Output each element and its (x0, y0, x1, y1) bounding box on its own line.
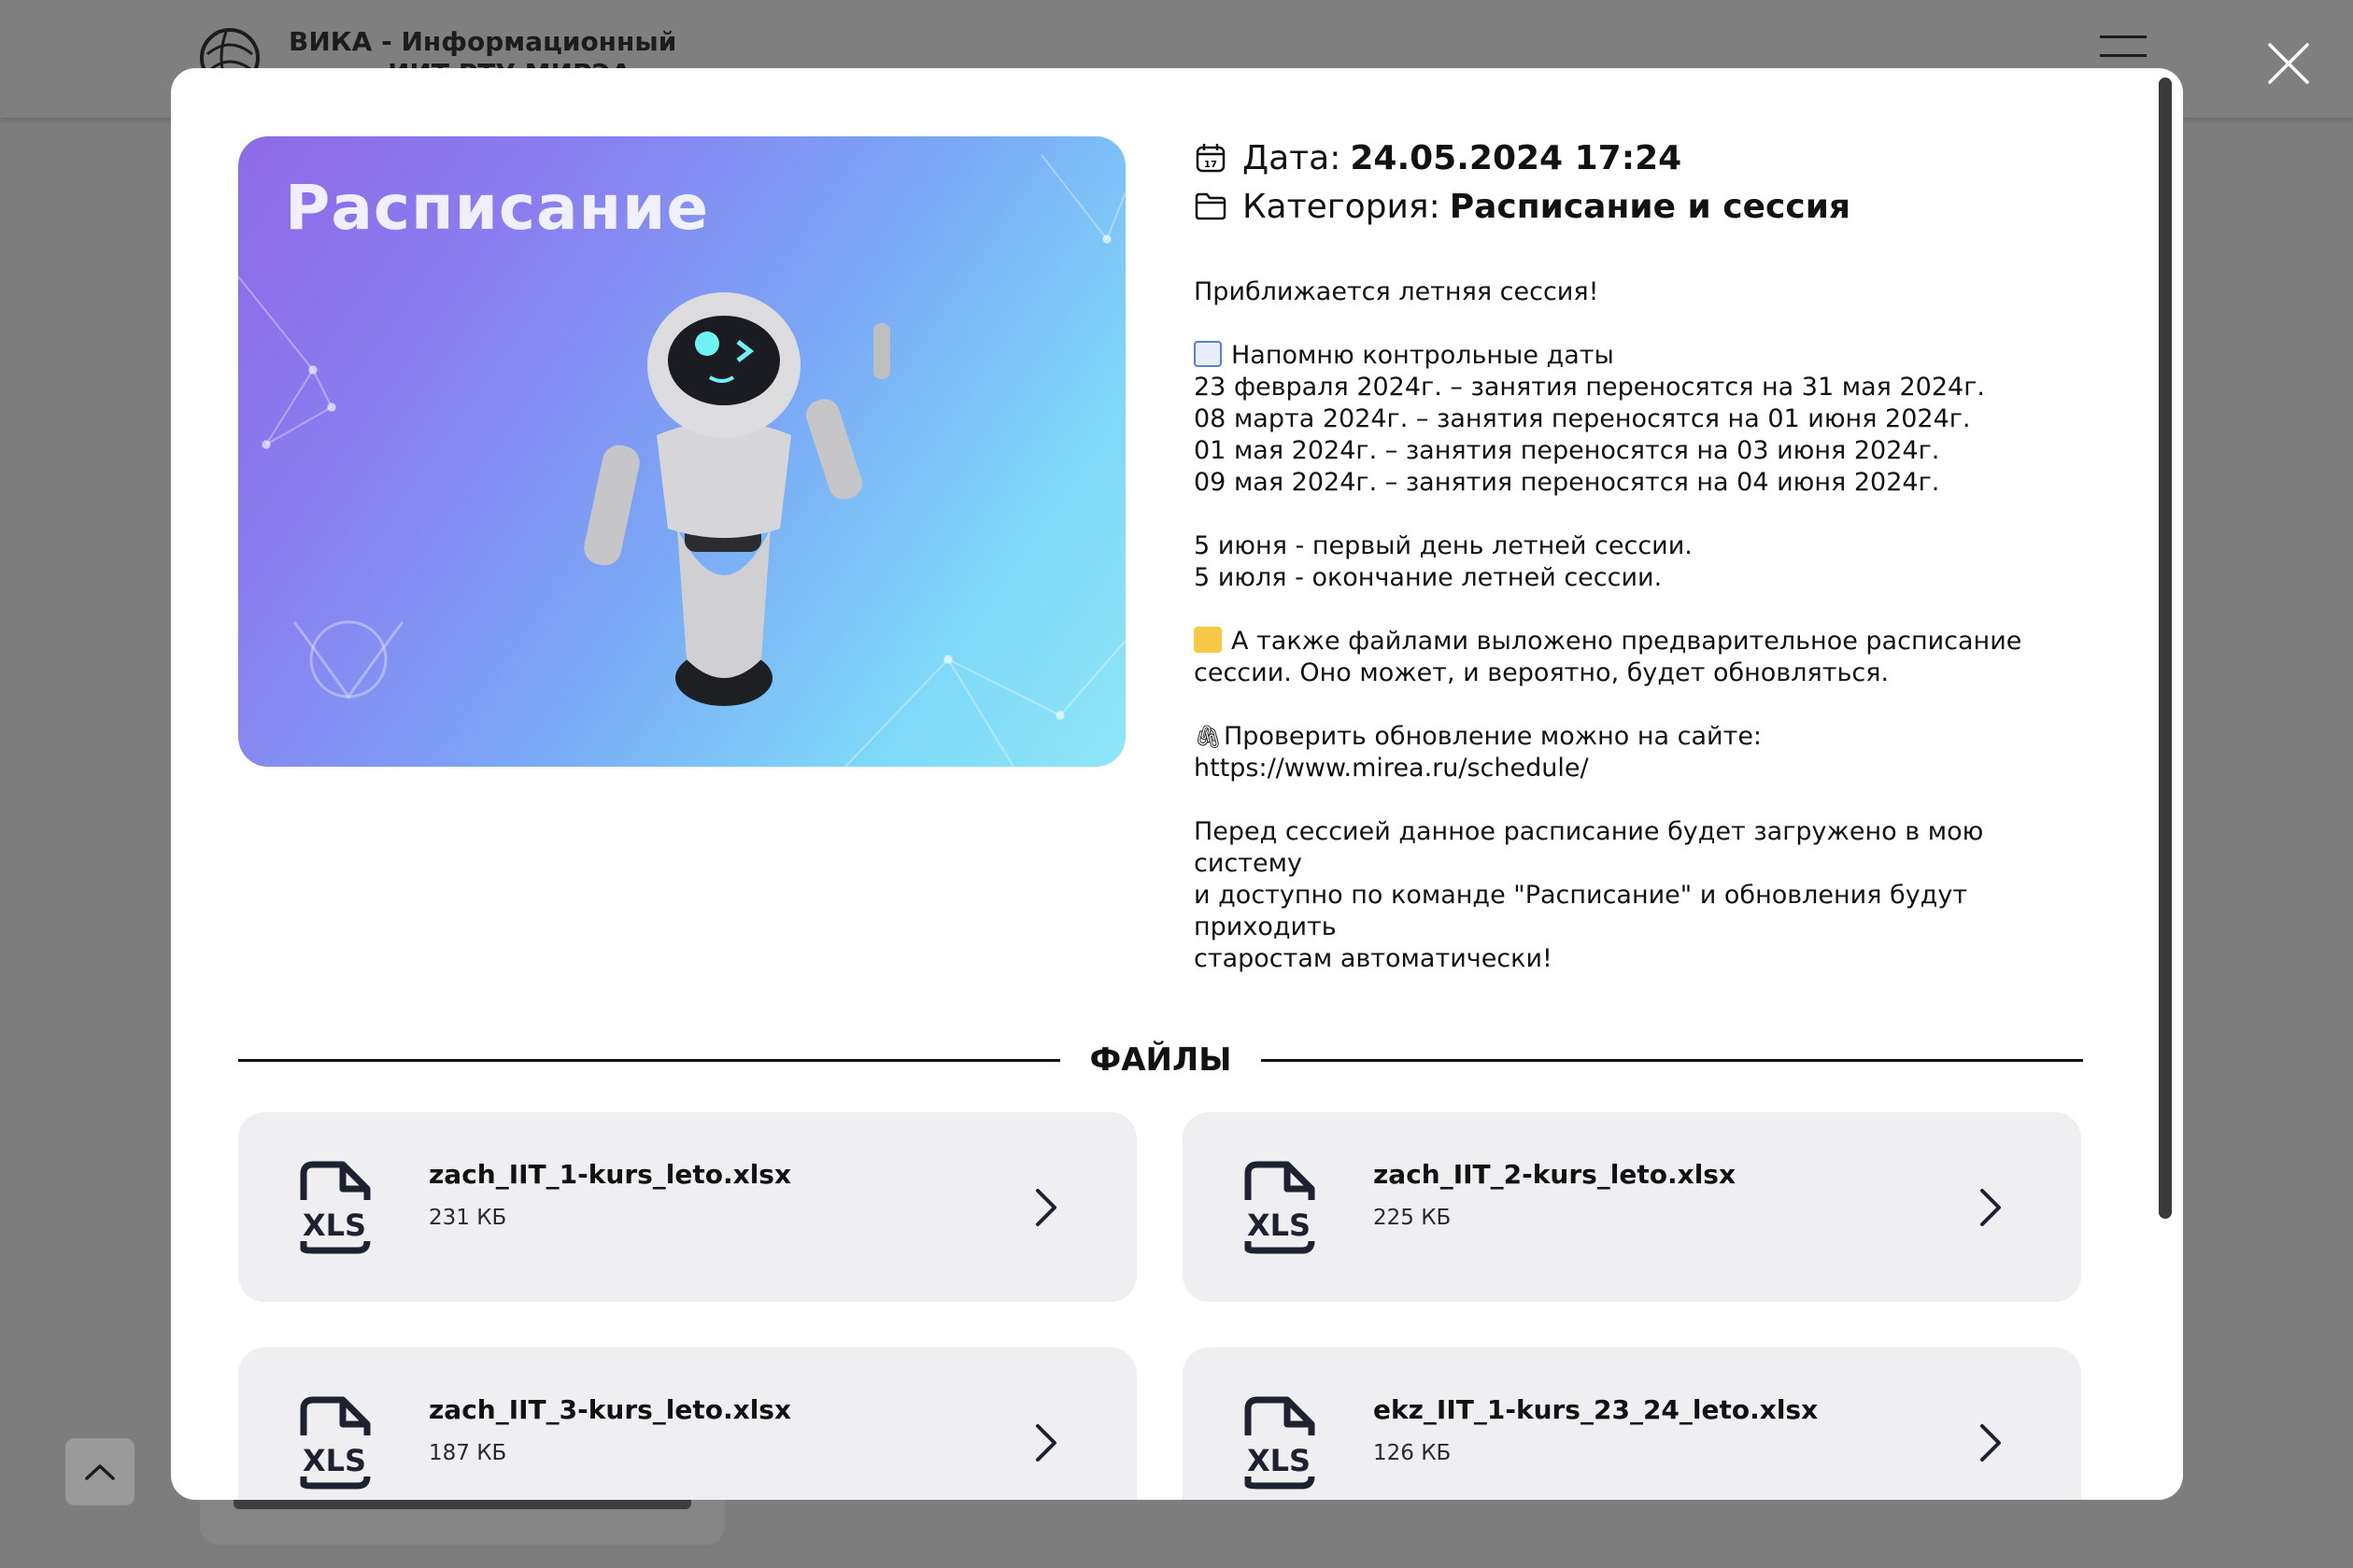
svg-text:XLS: XLS (303, 1208, 366, 1243)
date-value: 24.05.2024 17:24 (1350, 138, 1682, 177)
xls-file-icon: XLS (300, 1161, 371, 1254)
file-card[interactable]: XLS zach_IIT_3-kurs_leto.xlsx 187 КБ (238, 1348, 1137, 1500)
chevron-right-icon (1036, 1189, 1056, 1226)
text-line: 01 мая 2024г. – занятия переносятся на 0… (1194, 436, 1940, 465)
menu-icon[interactable] (2100, 35, 2147, 64)
file-card[interactable]: XLS zach_IIT_1-kurs_leto.xlsx 231 КБ (238, 1112, 1137, 1302)
file-name: ekz_IIT_1-kurs_23_24_leto.xlsx (1373, 1394, 1819, 1425)
text-line: 5 июля - окончание летней сессии. (1194, 563, 1663, 592)
calendar-icon: 17 (1196, 144, 1226, 173)
files-section-header: ФАЙЛЫ (238, 1039, 2083, 1081)
svg-text:17: 17 (1204, 160, 1217, 170)
file-size: 126 КБ (1373, 1441, 1452, 1465)
xls-file-icon: XLS (1244, 1396, 1315, 1490)
file-name: zach_IIT_1-kurs_leto.xlsx (429, 1159, 792, 1190)
text-line: Напомню контрольные даты (1194, 340, 2091, 372)
text-line-content: Проверить обновление можно на сайте: (1224, 722, 1763, 751)
text-line: 5 июня - первый день летней сессии. (1194, 531, 1693, 560)
chevron-right-icon (1980, 1424, 2001, 1462)
text-line: 23 февраля 2024г. – занятия переносятся … (1194, 373, 1985, 402)
schedule-link[interactable]: https://www.mirea.ru/schedule/ (1194, 753, 2091, 784)
robot-illustration (584, 292, 890, 706)
xls-file-icon: XLS (1244, 1161, 1315, 1254)
chevron-right-icon (1036, 1424, 1056, 1462)
scroll-to-top-button[interactable] (65, 1438, 135, 1505)
svg-text:XLS: XLS (1247, 1443, 1311, 1478)
post-body: Приближается летняя сессия! Напомню конт… (1194, 276, 2091, 975)
hero-image: Расписание (238, 136, 1126, 767)
emblem-watermark (292, 620, 404, 699)
text-line: старостам автоматически! (1194, 944, 1552, 973)
date-label: Дата: (1242, 138, 1341, 177)
category-value: Расписание и сессия (1449, 187, 1851, 226)
chevron-up-icon (85, 1464, 115, 1480)
text-line-content: А также файлами выложено предварительное… (1231, 627, 2022, 656)
text-line: Перед сессией данное расписание будет за… (1194, 817, 1984, 878)
date-row: 17 Дата: 24.05.2024 17:24 (1194, 134, 1850, 182)
text-line: А также файлами выложено предварительное… (1194, 626, 2091, 657)
file-size: 231 КБ (429, 1206, 507, 1230)
svg-text:XLS: XLS (1247, 1208, 1311, 1243)
text-line-content: Напомню контрольные даты (1231, 341, 1614, 370)
file-name: zach_IIT_2-kurs_leto.xlsx (1373, 1159, 1736, 1190)
file-size: 225 КБ (1373, 1206, 1452, 1230)
file-name: zach_IIT_3-kurs_leto.xlsx (429, 1394, 792, 1425)
modal-scrollbar[interactable] (2159, 78, 2172, 1219)
file-size: 187 КБ (429, 1441, 507, 1465)
text-line: 08 марта 2024г. – занятия переносятся на… (1194, 404, 1971, 433)
site-title: ВИКА - Информационный (289, 26, 677, 57)
text-line: 09 мая 2024г. – занятия переносятся на 0… (1194, 468, 1940, 497)
link-emoji-icon: 🖇︎ (1194, 724, 1223, 750)
text-line: сессии. Оно может, и вероятно, будет обн… (1194, 658, 1890, 687)
network-decoration (238, 154, 1126, 767)
chevron-right-icon (1980, 1189, 2001, 1226)
xls-file-icon: XLS (300, 1396, 371, 1490)
file-card[interactable]: XLS ekz_IIT_1-kurs_23_24_leto.xlsx 126 К… (1183, 1348, 2081, 1500)
text-line: Приближается летняя сессия! (1194, 277, 1599, 306)
news-modal: Расписание 17 Дата: 24.05.2024 17:24 Кат… (171, 68, 2183, 1500)
folder-icon (1195, 192, 1226, 220)
divider (1261, 1059, 2083, 1062)
text-line: 🖇︎Проверить обновление можно на сайте: (1194, 721, 2091, 753)
post-meta: 17 Дата: 24.05.2024 17:24 Категория: Рас… (1194, 134, 1850, 231)
svg-text:XLS: XLS (303, 1443, 366, 1478)
file-card[interactable]: XLS zach_IIT_2-kurs_leto.xlsx 225 КБ (1183, 1112, 2081, 1302)
calendar-emoji-icon (1194, 341, 1222, 367)
close-icon[interactable] (2264, 39, 2313, 88)
text-line: и доступно по команде "Расписание" и обн… (1194, 881, 1968, 941)
category-row: Категория: Расписание и сессия (1194, 182, 1850, 231)
folder-emoji-icon (1194, 627, 1222, 653)
category-label: Категория: (1242, 187, 1440, 226)
